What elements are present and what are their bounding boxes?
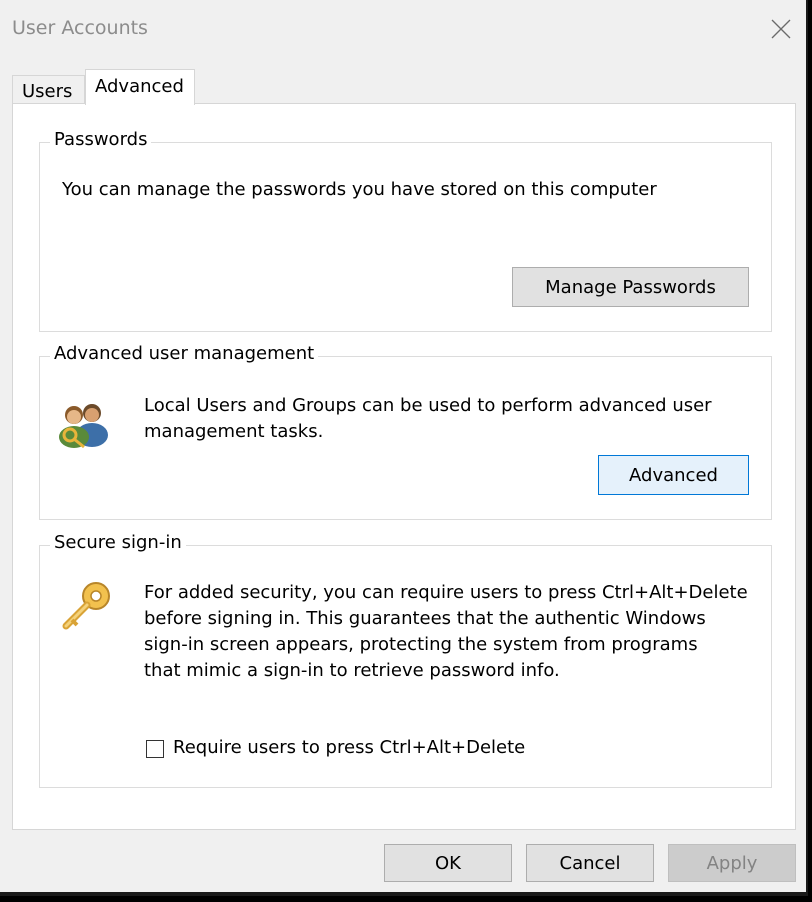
secure-description-line4: that mimic a sign-in to retrieve passwor…: [144, 660, 560, 681]
ok-button[interactable]: OK: [384, 844, 512, 882]
secure-description-line2: before signing in. This guarantees that …: [144, 608, 706, 629]
close-icon: [771, 19, 791, 39]
advanced-tab-panel: Passwords You can manage the passwords y…: [12, 103, 796, 830]
window-title: User Accounts: [12, 17, 148, 39]
apply-button[interactable]: Apply: [668, 844, 796, 882]
secure-sign-in-group: Secure sign-in For added security, you c…: [39, 532, 772, 788]
tab-advanced-label: Advanced: [95, 76, 184, 97]
cancel-label: Cancel: [559, 852, 621, 874]
tab-advanced[interactable]: Advanced: [85, 69, 195, 105]
advanced-button[interactable]: Advanced: [598, 455, 749, 495]
advanced-button-label: Advanced: [629, 464, 718, 486]
tab-users[interactable]: Users: [12, 75, 85, 103]
require-ctrl-alt-delete-label[interactable]: Require users to press Ctrl+Alt+Delete: [173, 737, 525, 758]
secure-sign-in-legend: Secure sign-in: [50, 532, 186, 553]
secure-description-line1: For added security, you can require user…: [144, 582, 748, 603]
manage-passwords-label: Manage Passwords: [545, 276, 716, 298]
advanced-description-line1: Local Users and Groups can be used to pe…: [144, 395, 712, 416]
secure-description-line3: sign-in screen appears, protecting the s…: [144, 634, 698, 655]
passwords-description: You can manage the passwords you have st…: [62, 179, 657, 200]
advanced-description-line2: management tasks.: [144, 421, 324, 442]
user-accounts-dialog: User Accounts Users Advanced Passwords Y…: [0, 0, 808, 896]
users-group-icon: [54, 393, 116, 453]
apply-label: Apply: [706, 852, 758, 874]
close-button[interactable]: [766, 14, 796, 44]
tab-users-label: Users: [22, 81, 73, 102]
advanced-user-management-legend: Advanced user management: [50, 343, 319, 364]
passwords-legend: Passwords: [50, 129, 152, 150]
key-icon: [58, 578, 116, 640]
title-bar: User Accounts: [0, 0, 806, 58]
ok-label: OK: [435, 852, 461, 874]
manage-passwords-button[interactable]: Manage Passwords: [512, 267, 749, 307]
require-ctrl-alt-delete-checkbox[interactable]: [146, 740, 164, 758]
advanced-user-management-group: Advanced user management Local Users and: [39, 343, 772, 520]
passwords-group: Passwords You can manage the passwords y…: [39, 129, 772, 332]
cancel-button[interactable]: Cancel: [526, 844, 654, 882]
